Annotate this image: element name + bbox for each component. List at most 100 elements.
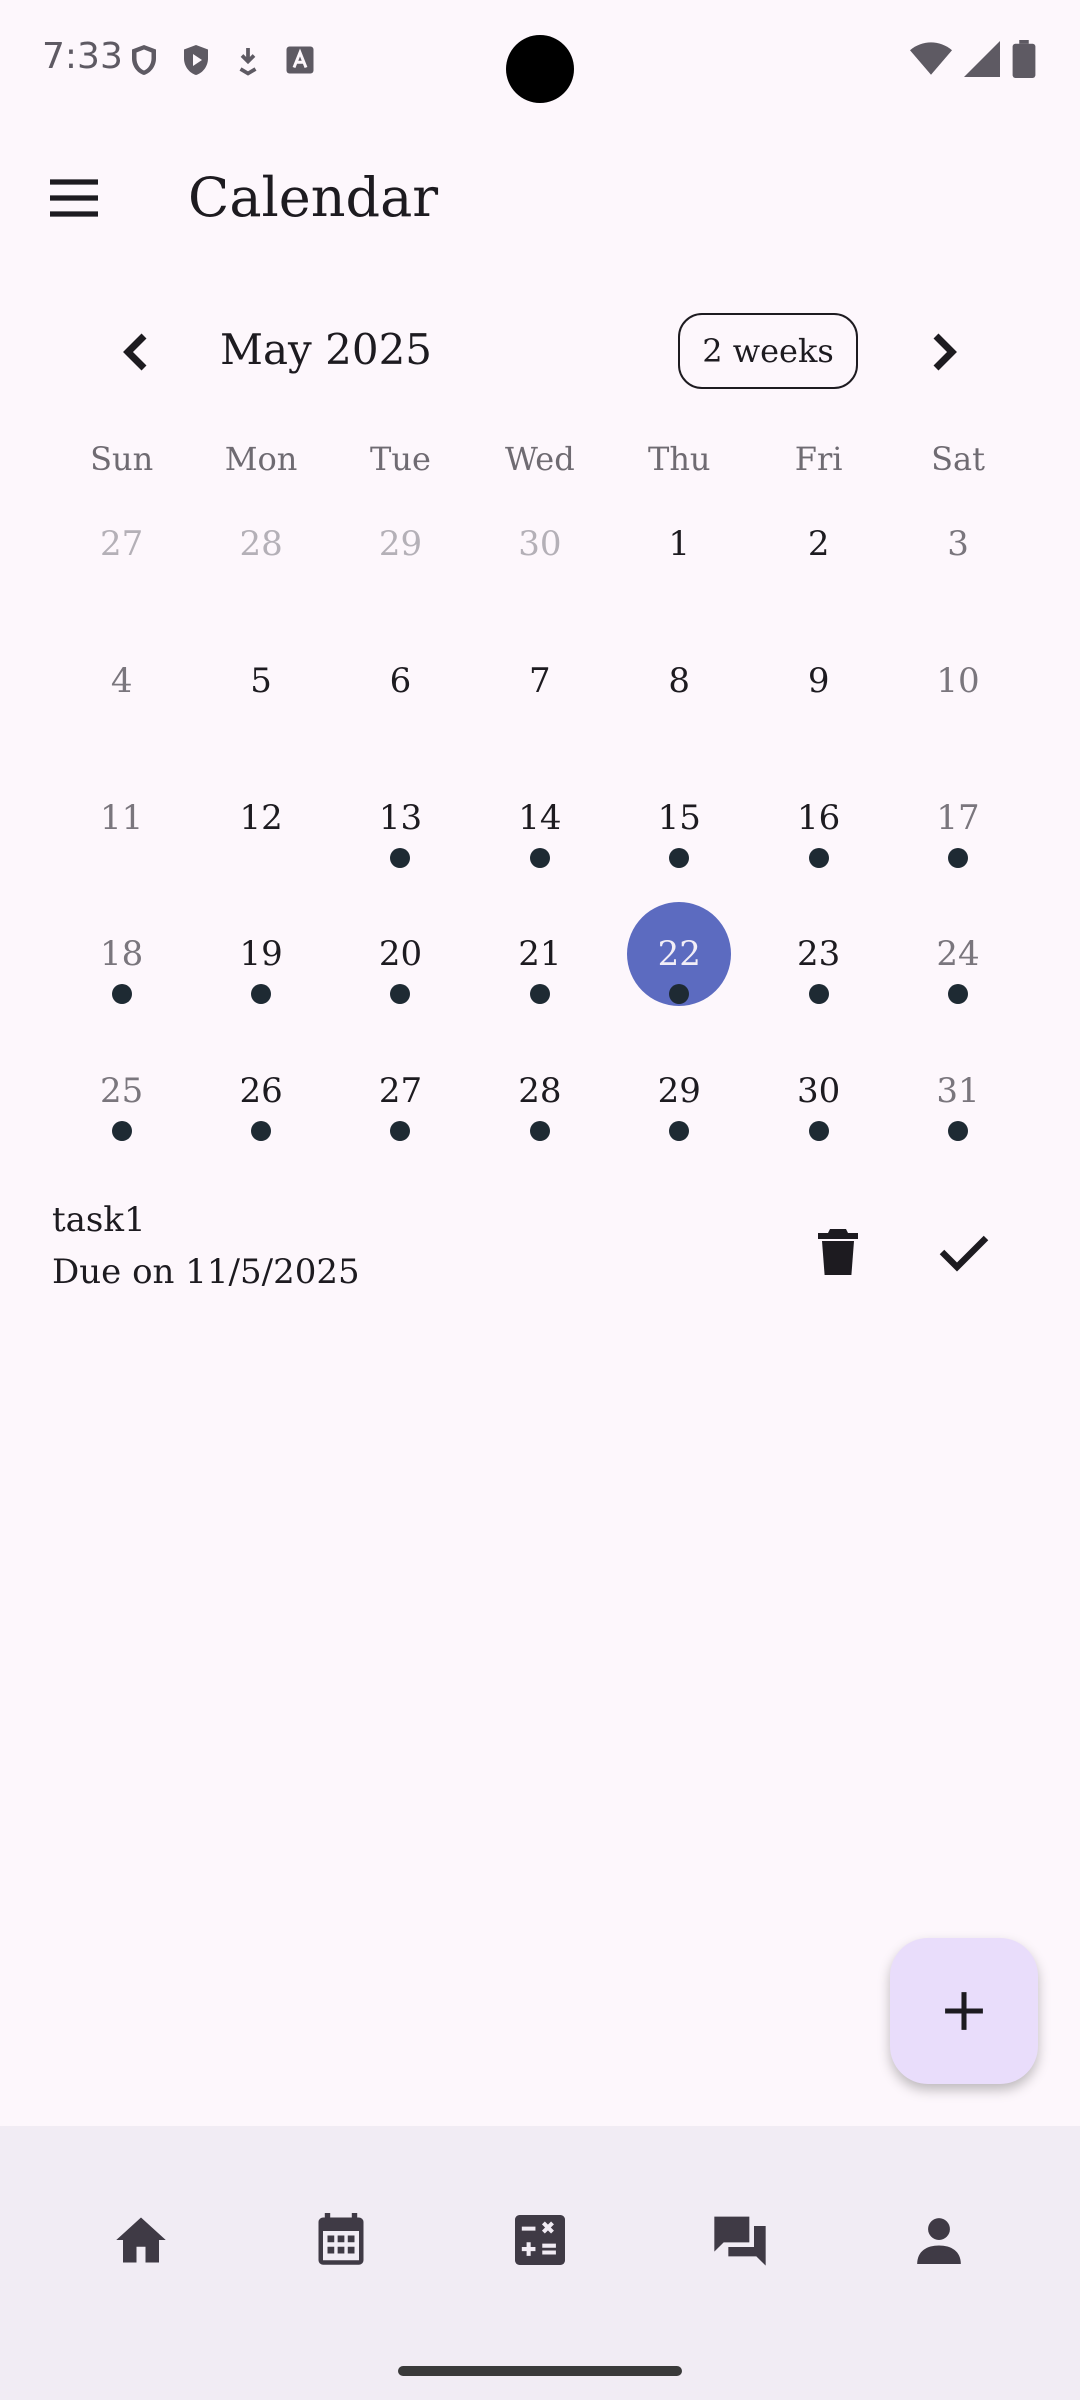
day-cell[interactable]: 3 bbox=[888, 492, 1027, 628]
day-cell[interactable]: 23 bbox=[749, 902, 888, 1038]
page-title: Calendar bbox=[188, 166, 439, 229]
home-icon bbox=[116, 2217, 166, 2263]
event-marker bbox=[948, 1121, 969, 1141]
day-number: 2 bbox=[807, 524, 830, 564]
shield-icon bbox=[132, 45, 156, 75]
day-number: 28 bbox=[239, 524, 283, 564]
day-cell[interactable]: 19 bbox=[191, 902, 330, 1038]
weekday-header: Sun Mon Tue Wed Thu Fri Sat bbox=[0, 440, 1080, 478]
day-cell[interactable]: 12 bbox=[191, 766, 330, 902]
day-cell[interactable]: 10 bbox=[888, 629, 1027, 765]
day-cell[interactable]: 30 bbox=[749, 1039, 888, 1175]
event-marker bbox=[808, 984, 829, 1004]
event-marker bbox=[390, 984, 411, 1004]
day-cell[interactable]: 13 bbox=[331, 766, 470, 902]
day-cell[interactable]: 2 bbox=[749, 492, 888, 628]
day-number: 12 bbox=[239, 798, 283, 838]
nav-calculator-button[interactable] bbox=[500, 2200, 580, 2280]
day-number: 27 bbox=[100, 524, 144, 564]
day-cell[interactable]: 5 bbox=[191, 629, 330, 765]
calculator-icon bbox=[515, 2215, 565, 2265]
nav-calendar-button[interactable] bbox=[301, 2200, 381, 2280]
download-icon bbox=[239, 48, 257, 76]
day-cell[interactable]: 26 bbox=[191, 1039, 330, 1175]
event-marker bbox=[669, 1121, 690, 1141]
event-marker bbox=[948, 848, 969, 868]
month-label: May 2025 bbox=[220, 325, 433, 374]
day-cell[interactable]: 20 bbox=[331, 902, 470, 1038]
menu-icon[interactable] bbox=[36, 160, 112, 236]
forum-icon bbox=[714, 2216, 766, 2266]
plus-icon bbox=[945, 1992, 983, 2030]
event-marker bbox=[111, 1121, 132, 1141]
status-time: 7:33 bbox=[42, 36, 123, 77]
day-cell[interactable]: 28 bbox=[470, 1039, 609, 1175]
weekday-label: Sun bbox=[90, 440, 154, 478]
day-number: 11 bbox=[100, 798, 144, 838]
week-row: 18 19 20 21 22 23 24 bbox=[52, 902, 1028, 1038]
weekday-label: Tue bbox=[370, 440, 431, 478]
nav-forum-button[interactable] bbox=[700, 2200, 780, 2280]
chevron-right-icon[interactable] bbox=[910, 317, 980, 387]
day-cell[interactable]: 30 bbox=[470, 492, 609, 628]
day-cell[interactable]: 21 bbox=[470, 902, 609, 1038]
calendar-header: May 2025 2 weeks bbox=[0, 305, 1080, 399]
week-row: 11 12 13 14 15 16 17 bbox=[52, 766, 1028, 902]
event-marker bbox=[390, 848, 411, 868]
day-cell[interactable]: 24 bbox=[888, 902, 1027, 1038]
format-toggle-button[interactable]: 2 weeks bbox=[678, 313, 858, 389]
notification-icons bbox=[126, 40, 318, 80]
add-task-button[interactable] bbox=[890, 1938, 1038, 2084]
day-cell[interactable]: 11 bbox=[52, 766, 191, 902]
nav-home-button[interactable] bbox=[101, 2200, 181, 2280]
weekday-label: Mon bbox=[224, 440, 298, 478]
event-marker bbox=[808, 1121, 829, 1141]
day-cell[interactable]: 9 bbox=[749, 629, 888, 765]
week-row: 4 5 6 7 8 9 10 bbox=[52, 629, 1028, 765]
day-cell[interactable]: 8 bbox=[610, 629, 749, 765]
event-marker bbox=[669, 848, 690, 868]
task-item[interactable]: task1 Due on 11/5/2025 bbox=[0, 1196, 1080, 1306]
task-due-date: Due on 11/5/2025 bbox=[52, 1252, 360, 1292]
text-a-icon bbox=[286, 46, 314, 74]
day-cell[interactable]: 1 bbox=[610, 492, 749, 628]
weekday-label: Wed bbox=[505, 440, 575, 478]
day-cell[interactable]: 31 bbox=[888, 1039, 1027, 1175]
day-cell[interactable]: 18 bbox=[52, 902, 191, 1038]
check-icon[interactable] bbox=[926, 1214, 1002, 1290]
chevron-left-icon[interactable] bbox=[100, 317, 170, 387]
event-marker bbox=[529, 848, 550, 868]
weekday-label: Thu bbox=[647, 440, 711, 478]
day-cell[interactable]: 22 bbox=[610, 902, 749, 1038]
day-cell[interactable]: 16 bbox=[749, 766, 888, 902]
person-icon bbox=[917, 2218, 961, 2264]
day-cell[interactable]: 15 bbox=[610, 766, 749, 902]
day-cell[interactable]: 17 bbox=[888, 766, 1027, 902]
day-cell[interactable]: 7 bbox=[470, 629, 609, 765]
day-number: 7 bbox=[529, 661, 551, 701]
event-marker bbox=[948, 984, 969, 1004]
day-number: 9 bbox=[807, 661, 830, 701]
day-cell[interactable]: 28 bbox=[191, 492, 330, 628]
day-cell[interactable]: 6 bbox=[331, 629, 470, 765]
event-marker bbox=[251, 1121, 272, 1141]
day-number: 30 bbox=[518, 524, 562, 564]
day-cell[interactable]: 29 bbox=[331, 492, 470, 628]
camera-cutout bbox=[506, 35, 574, 103]
calendar-icon bbox=[318, 2213, 364, 2265]
day-cell[interactable]: 25 bbox=[52, 1039, 191, 1175]
day-cell[interactable]: 27 bbox=[331, 1039, 470, 1175]
day-number: 6 bbox=[389, 661, 412, 701]
day-cell[interactable]: 4 bbox=[52, 629, 191, 765]
system-status-icons bbox=[910, 40, 1036, 78]
event-marker bbox=[390, 1121, 411, 1141]
day-cell[interactable]: 27 bbox=[52, 492, 191, 628]
day-cell[interactable]: 14 bbox=[470, 766, 609, 902]
nav-profile-button[interactable] bbox=[899, 2200, 979, 2280]
play-shield-icon bbox=[184, 45, 208, 75]
battery-icon bbox=[1012, 40, 1036, 78]
status-bar: 7:33 bbox=[0, 0, 1080, 120]
trash-icon[interactable] bbox=[800, 1214, 876, 1290]
wifi-icon bbox=[910, 42, 952, 75]
day-cell[interactable]: 29 bbox=[610, 1039, 749, 1175]
